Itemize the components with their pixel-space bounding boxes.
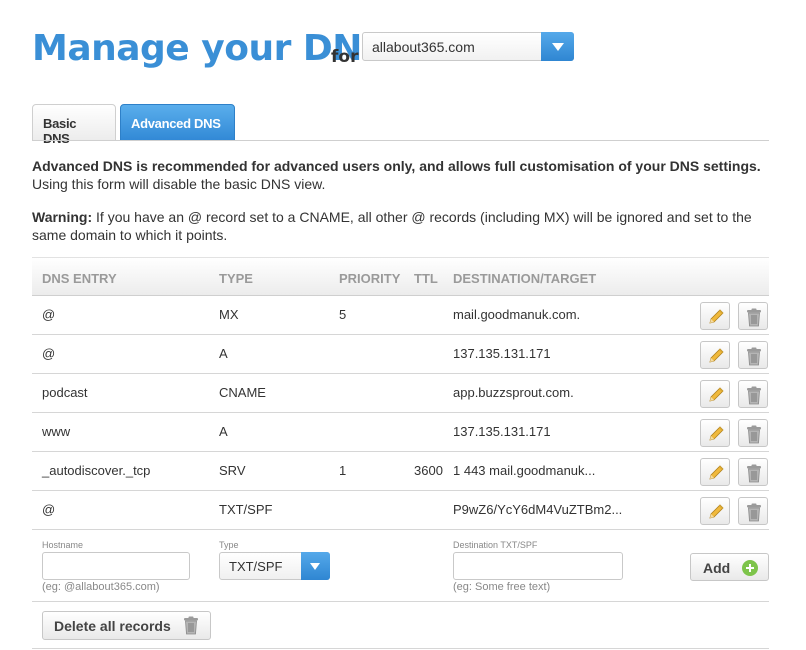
delete-record-button[interactable] [738,458,768,486]
table-row: @ MX 5 mail.goodmanuk.com. [32,296,769,335]
header-dns-entry: DNS ENTRY [42,271,117,286]
type-select-value: TXT/SPF [229,559,283,574]
edit-record-button[interactable] [700,380,730,408]
delete-record-button[interactable] [738,497,768,525]
cell-dns-entry: podcast [42,385,88,400]
cell-destination: app.buzzsprout.com. [453,385,574,400]
intro-text: Advanced DNS is recommended for advanced… [32,157,772,193]
warning-body: If you have an @ record set to a CNAME, … [32,209,752,243]
intro-bold: Advanced DNS is recommended for advanced… [32,158,761,174]
domain-select-value: allabout365.com [372,39,475,55]
type-label: Type [219,540,239,550]
header-ttl: TTL [414,271,438,286]
warning-label: Warning: [32,209,93,225]
dns-records-table: DNS ENTRY TYPE PRIORITY TTL DESTINATION/… [32,257,769,602]
domain-select[interactable]: allabout365.com [362,32,574,61]
edit-record-button[interactable] [700,497,730,525]
edit-record-button[interactable] [700,458,730,486]
destination-input[interactable] [453,552,623,580]
chevron-down-icon[interactable] [301,552,330,580]
delete-record-button[interactable] [738,380,768,408]
cell-priority: 5 [339,307,347,322]
cell-dns-entry: @ [42,502,56,517]
add-record-button[interactable]: Add [690,553,769,581]
table-row: podcast CNAME app.buzzsprout.com. [32,374,769,413]
cell-destination: 137.135.131.171 [453,424,551,439]
table-row: www A 137.135.131.171 [32,413,769,452]
intro-normal: Using this form will disable the basic D… [32,176,326,192]
cell-dns-entry: @ [42,346,56,361]
cell-destination: mail.goodmanuk.com. [453,307,581,322]
table-row: @ TXT/SPF P9wZ6/YcY6dM4VuZTBm2... [32,491,769,530]
header-destination: DESTINATION/TARGET [453,271,597,286]
table-row: _autodiscover._tcp SRV 1 3600 1 443 mail.goo… [32,452,769,491]
delete-all-label: Delete all records [54,618,171,634]
cell-type: A [219,424,228,439]
cell-destination: 137.135.131.171 [453,346,551,361]
delete-record-button[interactable] [738,419,768,447]
delete-record-button[interactable] [738,302,768,330]
edit-record-button[interactable] [700,302,730,330]
edit-record-button[interactable] [700,341,730,369]
hostname-label: Hostname [42,540,84,550]
cell-type: A [219,346,228,361]
for-label: for [331,47,359,67]
tab-advanced-dns[interactable]: Advanced DNS [120,104,235,141]
cell-type: SRV [219,463,246,478]
hostname-hint: (eg: @allabout365.com) [42,581,160,593]
cell-dns-entry: @ [42,307,56,322]
cell-dns-entry: _autodiscover._tcp [42,463,151,478]
cell-destination: 1 443 mail.goodmanuk... [453,463,596,478]
add-record-form: Hostname (eg: @allabout365.com) Type TXT… [32,530,769,602]
header-priority: PRIORITY [339,271,401,286]
cell-type: MX [219,307,239,322]
cell-destination: P9wZ6/YcY6dM4VuZTBm2... [453,502,623,517]
cell-dns-entry: www [42,424,71,439]
cell-priority: 1 [339,463,347,478]
bottom-divider [32,648,769,649]
edit-record-button[interactable] [700,419,730,447]
hostname-input[interactable] [42,552,190,580]
delete-record-button[interactable] [738,341,768,369]
delete-all-records-button[interactable]: Delete all records [42,611,211,640]
tabs-divider [32,140,769,141]
chevron-down-icon[interactable] [541,32,574,61]
destination-label: Destination TXT/SPF [453,540,538,550]
add-button-label: Add [703,560,731,576]
trash-icon [184,616,198,635]
table-row: @ A 137.135.131.171 [32,335,769,374]
destination-hint: (eg: Some free text) [453,581,551,593]
type-select[interactable]: TXT/SPF [219,552,330,580]
tab-basic-dns[interactable]: Basic DNS [32,104,116,146]
cell-ttl: 3600 [414,463,443,478]
warning-text: Warning: If you have an @ record set to … [32,208,772,244]
plus-icon [742,560,758,576]
table-header: DNS ENTRY TYPE PRIORITY TTL DESTINATION/… [32,257,769,296]
cell-type: CNAME [219,385,266,400]
cell-type: TXT/SPF [219,502,273,517]
header-type: TYPE [219,271,253,286]
